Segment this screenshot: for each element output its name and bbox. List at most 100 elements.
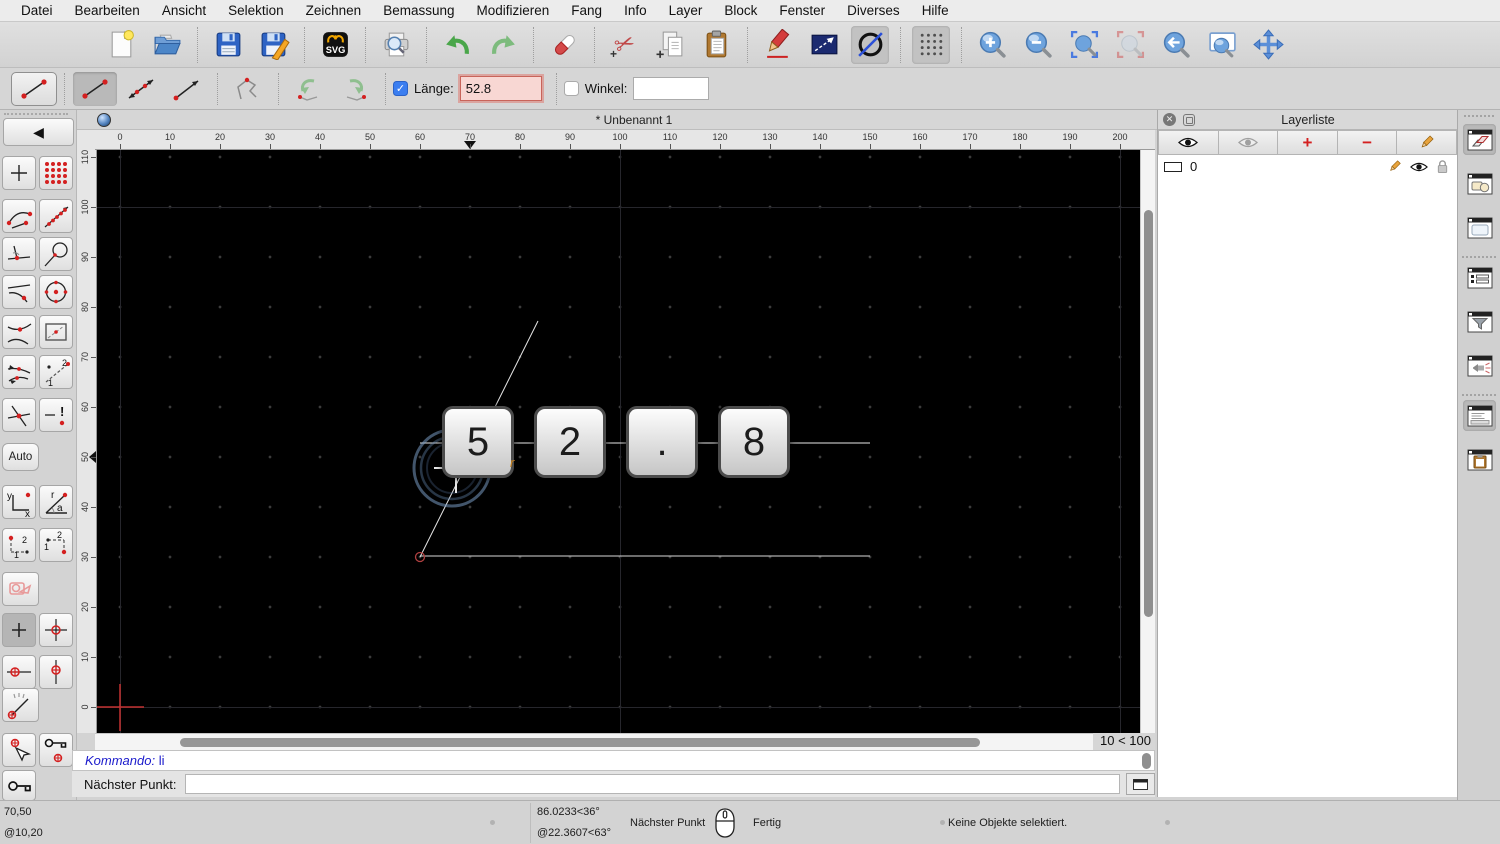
property-editor-panel-toggle[interactable] xyxy=(1463,262,1496,293)
document-tab-title[interactable]: * Unbenannt 1 xyxy=(111,113,1157,127)
command-input[interactable] xyxy=(185,774,1121,794)
layer-visibility-icon[interactable] xyxy=(1410,161,1428,173)
length-input[interactable] xyxy=(460,76,542,101)
canvas-horizontal-scrollbar[interactable] xyxy=(95,733,1093,750)
notification-panel-toggle[interactable] xyxy=(1463,350,1496,381)
snap-intersection-manual-button[interactable]: ! xyxy=(39,398,73,432)
menu-item-diverses[interactable]: Diverses xyxy=(836,3,911,18)
command-history-scrollbar[interactable] xyxy=(1142,753,1151,769)
zoom-in-button[interactable] xyxy=(973,26,1011,64)
zoom-window-button[interactable] xyxy=(1203,26,1241,64)
scrollbar-thumb[interactable] xyxy=(1144,210,1153,617)
cut-button[interactable]: ✂+ xyxy=(606,26,644,64)
menu-item-ansicht[interactable]: Ansicht xyxy=(151,3,217,18)
menu-item-zeichnen[interactable]: Zeichnen xyxy=(295,3,373,18)
library-browser-panel-toggle[interactable] xyxy=(1463,212,1496,243)
snap-on-entity-button[interactable] xyxy=(39,199,73,233)
menu-item-bemassung[interactable]: Bemassung xyxy=(372,3,465,18)
copy-button[interactable] xyxy=(652,26,690,64)
command-line-panel-toggle[interactable] xyxy=(1463,400,1496,431)
menu-item-selektion[interactable]: Selektion xyxy=(217,3,295,18)
layer-list-panel-toggle[interactable] xyxy=(1463,124,1496,155)
snap-intersection-arc-button[interactable] xyxy=(2,275,36,309)
canvas-vertical-scrollbar[interactable] xyxy=(1140,150,1155,733)
relative-coordinate-button[interactable]: 12 xyxy=(2,528,36,562)
snap-auto-button[interactable]: Auto xyxy=(2,443,39,471)
drawing-canvas[interactable]: 5 2 . 8 r xyxy=(97,150,1140,733)
zoom-out-button[interactable] xyxy=(1019,26,1057,64)
draft-mode-button[interactable] xyxy=(851,26,889,64)
command-line-toggle-button[interactable] xyxy=(1126,773,1155,795)
restrict-orthogonal-button[interactable] xyxy=(39,613,73,647)
palette-drag-handle[interactable] xyxy=(4,113,68,115)
menu-item-hilfe[interactable]: Hilfe xyxy=(911,3,960,18)
angle-checkbox[interactable] xyxy=(564,81,579,96)
svg-export-button[interactable]: SVG xyxy=(316,26,354,64)
restrict-horizontal-button[interactable] xyxy=(2,655,36,689)
snap-center-button[interactable] xyxy=(39,275,73,309)
save-button[interactable] xyxy=(209,26,247,64)
snap-point-on-curve-button[interactable] xyxy=(2,315,36,349)
dock-drag-handle[interactable] xyxy=(1464,115,1494,117)
menu-item-info[interactable]: Info xyxy=(613,3,658,18)
paste-button[interactable] xyxy=(698,26,736,64)
undo-button[interactable] xyxy=(438,26,476,64)
redo-segment-button[interactable] xyxy=(333,72,377,106)
zoom-auto-button[interactable] xyxy=(1065,26,1103,64)
print-preview-button[interactable] xyxy=(377,26,415,64)
layer-lock-icon[interactable] xyxy=(1436,159,1449,174)
edit-layer-button[interactable] xyxy=(1397,130,1457,155)
absolute-coordinate-button[interactable]: 12 xyxy=(39,528,73,562)
undo-segment-button[interactable] xyxy=(287,72,331,106)
snap-free-button[interactable] xyxy=(2,156,36,190)
snap-intersection-button[interactable] xyxy=(2,398,36,432)
hide-all-layers-button[interactable] xyxy=(1219,130,1279,155)
lock-relative-zero-button[interactable] xyxy=(39,733,73,767)
restrict-nothing-button[interactable] xyxy=(2,613,36,647)
clipboard-panel-toggle[interactable] xyxy=(1463,444,1496,475)
snap-auto-intersection-button[interactable] xyxy=(2,355,36,389)
redo-button[interactable] xyxy=(484,26,522,64)
lock-zero-button[interactable] xyxy=(2,770,36,801)
restrict-angle-button[interactable] xyxy=(2,688,39,722)
set-relative-zero-button[interactable] xyxy=(2,733,36,767)
ray-button[interactable] xyxy=(165,72,209,106)
snap-perpendicular-button[interactable] xyxy=(2,237,36,271)
remove-layer-button[interactable]: − xyxy=(1338,130,1398,155)
save-as-button[interactable] xyxy=(255,26,293,64)
coordinate-cartesian-button[interactable]: yx xyxy=(2,485,36,519)
selection-filter-panel-toggle[interactable] xyxy=(1463,306,1496,337)
restrict-reference-button[interactable] xyxy=(2,572,39,606)
snap-tangent-button[interactable] xyxy=(39,237,73,271)
new-file-button[interactable] xyxy=(102,26,140,64)
pan-button[interactable] xyxy=(1249,26,1287,64)
menu-item-modifizieren[interactable]: Modifizieren xyxy=(466,3,561,18)
menu-item-datei[interactable]: Datei xyxy=(10,3,64,18)
previous-view-button[interactable] xyxy=(1157,26,1195,64)
menu-item-layer[interactable]: Layer xyxy=(658,3,714,18)
eraser-button[interactable] xyxy=(545,26,583,64)
infinite-line-button[interactable] xyxy=(119,72,163,106)
add-layer-button[interactable]: + xyxy=(1278,130,1338,155)
draw-pencil-button[interactable] xyxy=(759,26,797,64)
back-button[interactable]: ◀ xyxy=(3,118,74,146)
menu-item-block[interactable]: Block xyxy=(713,3,768,18)
line-two-points-button[interactable] xyxy=(73,72,117,106)
length-checkbox[interactable]: ✓ xyxy=(393,81,408,96)
restrict-vertical-button[interactable] xyxy=(39,655,73,689)
close-icon[interactable]: ✕ xyxy=(1163,113,1176,126)
selection-mode-button[interactable] xyxy=(805,26,843,64)
angle-input[interactable] xyxy=(633,77,709,100)
snap-reference-button[interactable] xyxy=(39,315,73,349)
snap-distance-button[interactable]: 12 xyxy=(39,355,73,389)
menu-item-bearbeiten[interactable]: Bearbeiten xyxy=(64,3,151,18)
snap-grid-button[interactable] xyxy=(39,156,73,190)
menu-item-fenster[interactable]: Fenster xyxy=(768,3,836,18)
polyline-button[interactable] xyxy=(226,72,270,106)
show-all-layers-button[interactable] xyxy=(1158,130,1219,155)
command-history[interactable]: Kommando: li xyxy=(72,750,1155,771)
layer-list-item[interactable]: 0 xyxy=(1158,155,1457,178)
snap-endpoints-button[interactable] xyxy=(2,199,36,233)
block-list-panel-toggle[interactable] xyxy=(1463,168,1496,199)
coordinate-polar-button[interactable]: ra xyxy=(39,485,73,519)
